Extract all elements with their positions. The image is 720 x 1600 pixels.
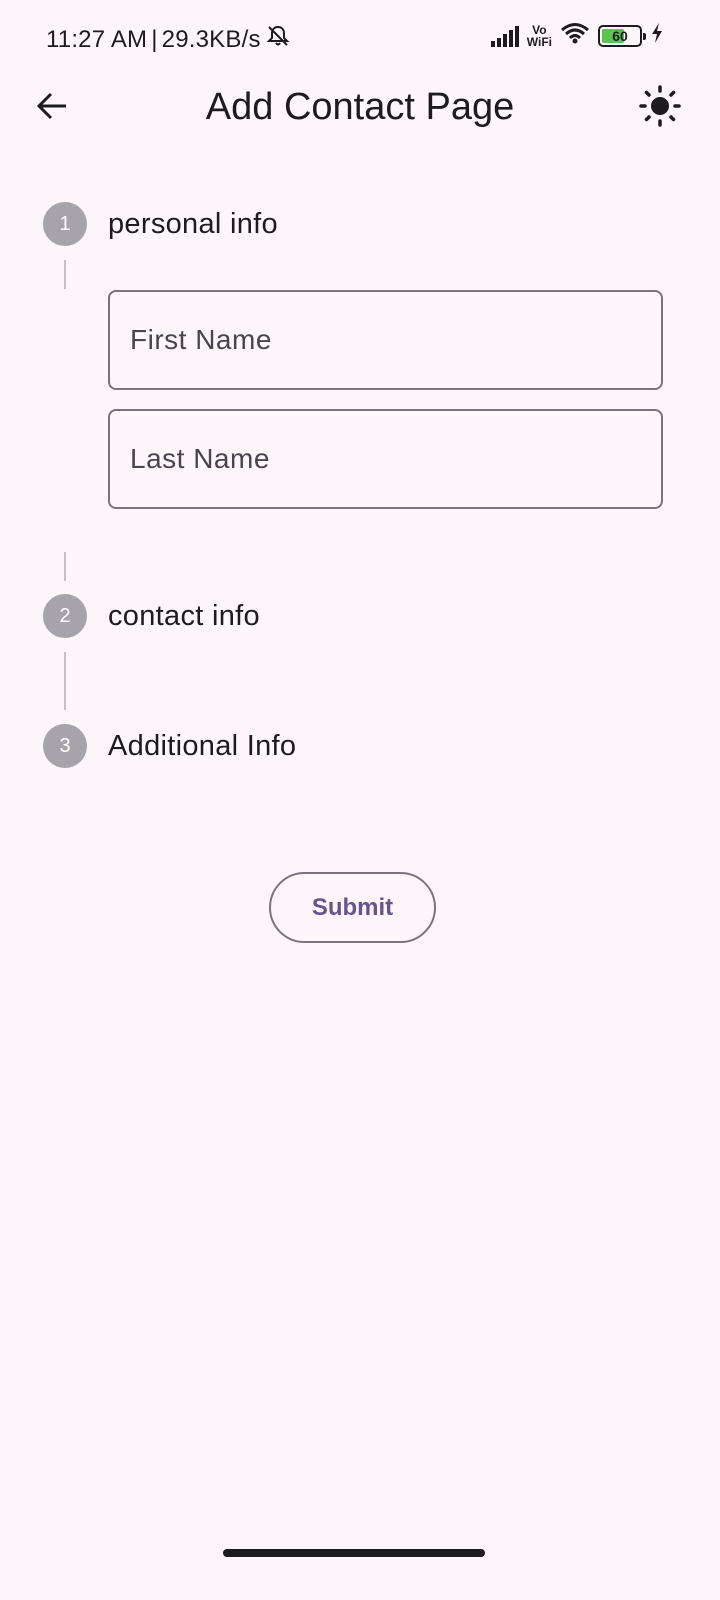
sun-icon xyxy=(638,84,682,133)
step-title: Additional Info xyxy=(108,729,297,762)
status-right: Vo WiFi 60 xyxy=(490,22,664,49)
cellular-signal-icon xyxy=(490,25,519,47)
home-indicator[interactable] xyxy=(223,1549,485,1557)
submit-button[interactable]: Submit xyxy=(269,872,436,943)
status-time: 11:27 AM xyxy=(46,25,148,53)
theme-toggle-button[interactable] xyxy=(636,84,684,132)
vowifi-indicator: Vo WiFi xyxy=(527,24,552,48)
step-connector-line xyxy=(64,552,66,581)
status-left: 11:27 AM | 29.3KB/s xyxy=(46,24,291,55)
first-name-field[interactable] xyxy=(108,290,663,390)
step-number-circle: 2 xyxy=(43,594,87,638)
step-connector-line xyxy=(64,652,66,710)
step-header-personal-info[interactable]: 1 personal info xyxy=(43,202,278,246)
last-name-field[interactable] xyxy=(108,409,663,509)
step-header-additional-info[interactable]: 3 Additional Info xyxy=(43,724,296,768)
status-net-speed: 29.3KB/s xyxy=(161,25,261,53)
step-number-circle: 1 xyxy=(43,202,87,246)
bolt-icon xyxy=(650,22,664,49)
app-bar: Add Contact Page xyxy=(0,72,720,148)
battery-level: 60 xyxy=(612,27,628,44)
step-title: personal info xyxy=(108,207,278,240)
step-header-contact-info[interactable]: 2 contact info xyxy=(43,594,260,638)
page-title: Add Contact Page xyxy=(205,86,515,128)
status-separator: | xyxy=(151,25,158,53)
vowifi-bottom: WiFi xyxy=(526,34,552,49)
step-connector-line xyxy=(64,260,66,289)
battery-icon: 60 xyxy=(598,24,646,47)
bell-off-icon xyxy=(265,24,291,55)
step-number-circle: 3 xyxy=(43,724,87,768)
vowifi-top: Vo xyxy=(532,22,547,37)
status-bar: 11:27 AM | 29.3KB/s Vo WiFi 60 xyxy=(0,0,720,80)
step-title: contact info xyxy=(108,599,260,632)
wifi-icon xyxy=(560,22,590,49)
